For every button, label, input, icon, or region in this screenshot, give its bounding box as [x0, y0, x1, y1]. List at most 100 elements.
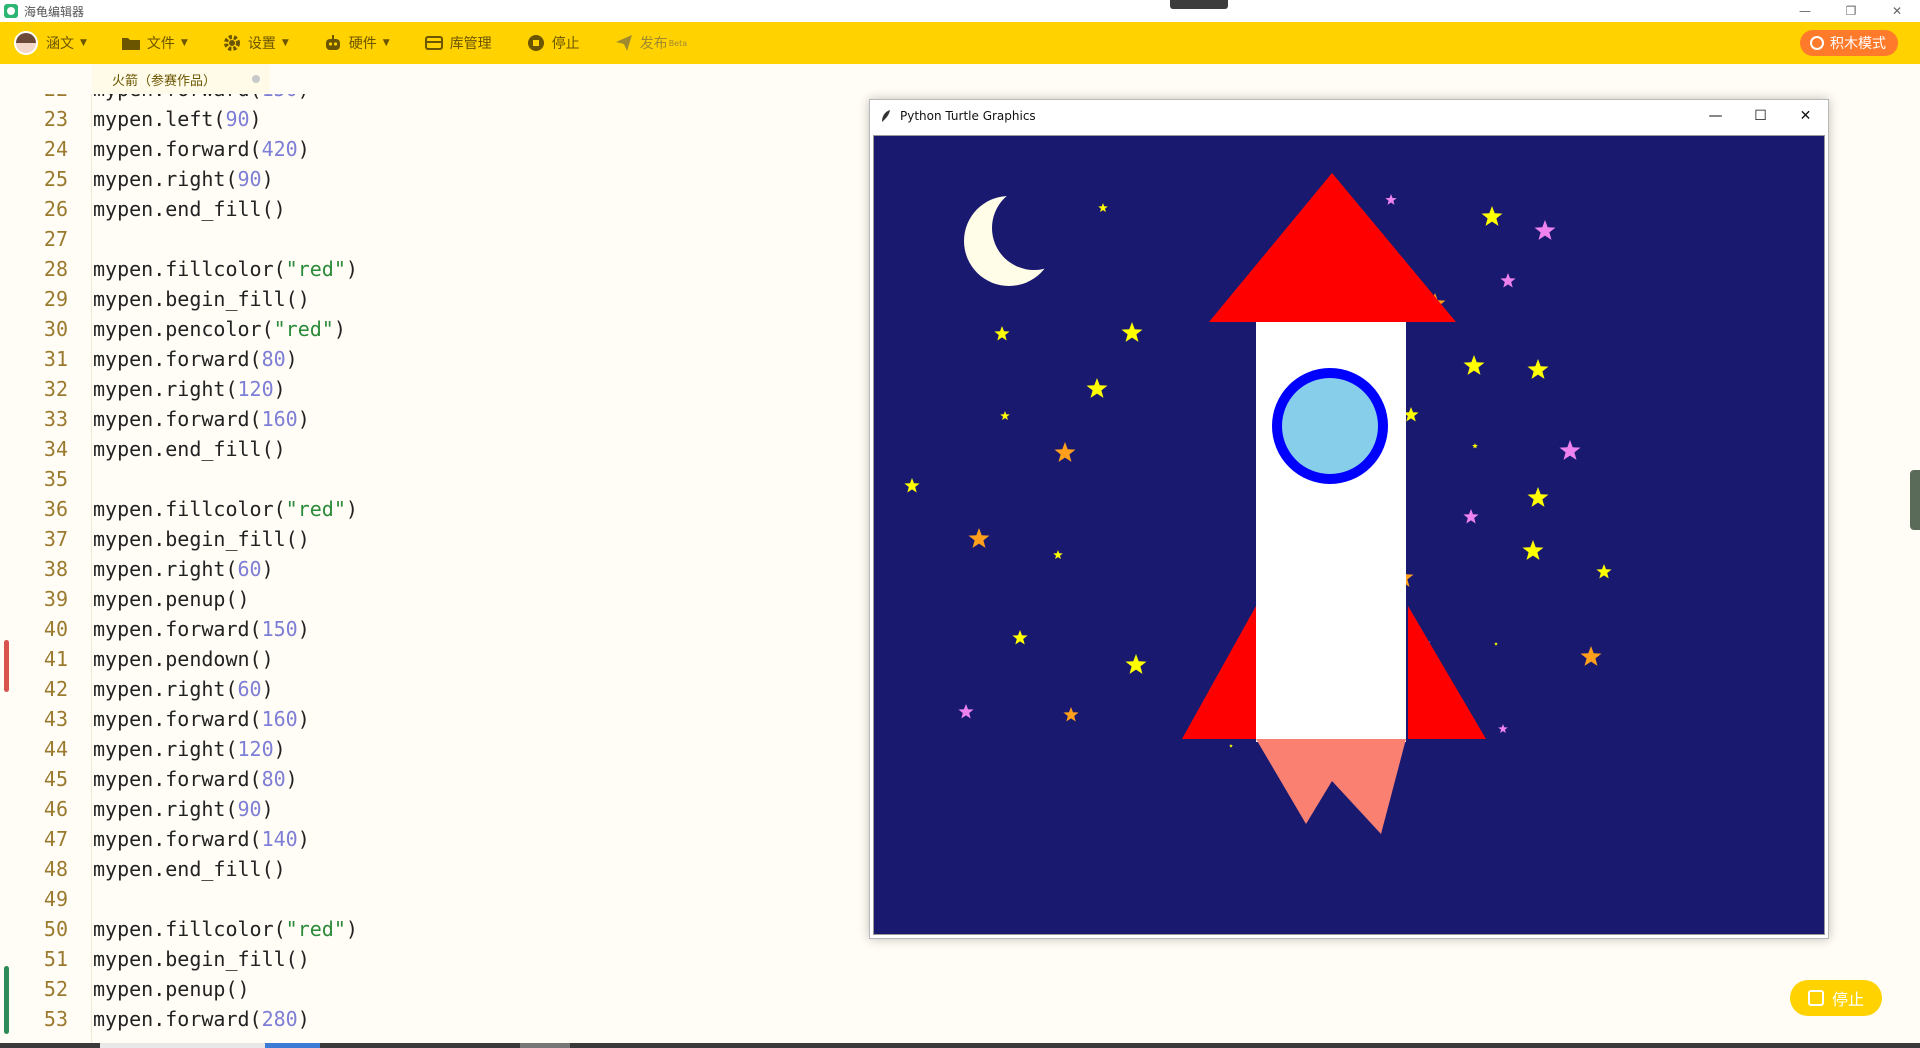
side-panel-handle[interactable]: [1910, 470, 1920, 530]
code-token: ): [345, 257, 358, 281]
turtle-scene: [874, 136, 1824, 934]
code-line[interactable]: mypen.fillcolor("red"): [93, 254, 358, 284]
code-token: ): [297, 707, 310, 731]
stop-icon: [526, 33, 546, 53]
code-line[interactable]: mypen.fillcolor("red"): [93, 494, 358, 524]
settings-menu[interactable]: 设置 ▼: [222, 22, 289, 64]
code-token: ): [261, 557, 274, 581]
code-token: mypen.end_fill(): [93, 437, 286, 461]
code-line[interactable]: mypen.forward(420): [93, 134, 310, 164]
code-line[interactable]: mypen.right(90): [93, 794, 274, 824]
code-line[interactable]: mypen.begin_fill(): [93, 944, 310, 974]
code-line[interactable]: mypen.forward(150): [93, 614, 310, 644]
chevron-down-icon: ▼: [80, 38, 87, 48]
number-token: 80: [261, 767, 286, 791]
unsaved-dot-icon[interactable]: [252, 75, 260, 83]
code-line[interactable]: mypen.right(90): [93, 164, 274, 194]
feather-icon: [882, 110, 890, 122]
block-mode-button[interactable]: 积木模式: [1800, 30, 1898, 56]
number-token: 60: [237, 557, 262, 581]
code-line[interactable]: mypen.right(60): [93, 554, 274, 584]
code-line[interactable]: mypen.begin_fill(): [93, 284, 310, 314]
code-line[interactable]: mypen.pencolor("red"): [93, 314, 346, 344]
line-number: 35: [43, 467, 68, 491]
file-menu[interactable]: 文件 ▼: [121, 22, 188, 64]
string-token: "red": [285, 917, 346, 941]
window-controls: — ❐ ✕: [1782, 0, 1920, 22]
line-number: 36: [43, 497, 68, 521]
code-line[interactable]: mypen.penup(): [93, 584, 250, 614]
turtle-window-controls: — ☐ ✕: [1693, 100, 1828, 132]
line-number: 32: [43, 377, 68, 401]
turtle-minimize-button[interactable]: —: [1693, 100, 1738, 132]
line-number: 37: [43, 527, 68, 551]
code-line[interactable]: mypen.forward(150): [93, 94, 310, 104]
library-button[interactable]: 库管理: [424, 22, 492, 64]
line-number: 40: [43, 617, 68, 641]
hardware-menu[interactable]: 硬件 ▼: [323, 22, 390, 64]
code-token: ): [273, 377, 286, 401]
code-line[interactable]: mypen.forward(160): [93, 704, 310, 734]
code-line[interactable]: mypen.right(120): [93, 374, 286, 404]
tab-rocket[interactable]: 火箭（参赛作品）: [92, 64, 270, 94]
code-line[interactable]: mypen.begin_fill(): [93, 524, 310, 554]
publish-label: 发布: [639, 36, 668, 52]
floating-stop-button[interactable]: 停止: [1790, 980, 1882, 1016]
line-number-gutter: 22 23 24 25 26 27 28 29 30 31 32 33 34 35 36 37 38 39 40 41…: [0, 94, 92, 1044]
code-line[interactable]: mypen.right(60): [93, 674, 274, 704]
main-toolbar: 涵文 ▼ 文件 ▼ 设置 ▼ 硬件 ▼ 库管理 停止 发布 Beta 积木模式: [0, 22, 1920, 64]
publish-button[interactable]: 发布 Beta: [614, 22, 687, 64]
code-line[interactable]: mypen.forward(160): [93, 404, 310, 434]
code-line[interactable]: mypen.forward(280): [93, 1004, 310, 1034]
code-line[interactable]: mypen.forward(80): [93, 764, 298, 794]
close-button[interactable]: ✕: [1874, 0, 1920, 22]
user-menu[interactable]: 涵文 ▼: [0, 22, 87, 64]
user-name: 涵文: [46, 36, 74, 52]
switch-icon: [1810, 36, 1824, 50]
number-token: 160: [261, 707, 298, 731]
restore-button[interactable]: ❐: [1828, 0, 1874, 22]
code-line[interactable]: mypen.end_fill(): [93, 194, 286, 224]
line-number: 48: [43, 857, 68, 881]
turtle-canvas[interactable]: [873, 135, 1825, 935]
taskbar-strip: [0, 1043, 1920, 1048]
code-line[interactable]: mypen.penup(): [93, 974, 250, 1004]
stop-button[interactable]: 停止: [526, 22, 580, 64]
file-menu-label: 文件: [146, 36, 175, 52]
code-token: mypen.forward(: [93, 137, 262, 161]
code-line[interactable]: mypen.right(120): [93, 734, 286, 764]
drag-handle[interactable]: [1170, 0, 1228, 9]
paper-plane-icon: [614, 33, 634, 53]
code-line[interactable]: mypen.end_fill(): [93, 854, 286, 884]
code-line[interactable]: mypen.forward(140): [93, 824, 310, 854]
number-token: 160: [261, 407, 298, 431]
line-number: 45: [43, 767, 68, 791]
code-token: mypen.right(: [93, 167, 238, 191]
code-token: mypen.forward(: [93, 347, 262, 371]
code-line[interactable]: mypen.end_fill(): [93, 434, 286, 464]
line-number: 33: [43, 407, 68, 431]
line-number: 46: [43, 797, 68, 821]
code-line[interactable]: mypen.pendown(): [93, 644, 274, 674]
turtle-maximize-button[interactable]: ☐: [1738, 100, 1783, 132]
turtle-close-button[interactable]: ✕: [1783, 100, 1828, 132]
line-number: 26: [43, 197, 68, 221]
tab-bar: 火箭（参赛作品）: [0, 64, 1920, 94]
turtle-graphics-window[interactable]: Python Turtle Graphics — ☐ ✕: [869, 99, 1829, 939]
code-token: mypen.right(: [93, 677, 238, 701]
moon-shadow: [992, 186, 1076, 270]
taskbar-segment: [265, 1043, 320, 1048]
number-token: 280: [261, 1007, 298, 1031]
code-token: mypen.penup(): [93, 977, 250, 1001]
code-token: mypen.forward(: [93, 94, 262, 101]
line-number: 23: [43, 107, 68, 131]
code-line[interactable]: mypen.forward(80): [93, 344, 298, 374]
robot-icon: [323, 33, 343, 53]
turtle-window-title-bar[interactable]: Python Turtle Graphics — ☐ ✕: [870, 100, 1828, 132]
minimize-button[interactable]: —: [1782, 0, 1828, 22]
code-line[interactable]: mypen.fillcolor("red"): [93, 914, 358, 944]
code-token: ): [297, 137, 310, 161]
code-line[interactable]: mypen.left(90): [93, 104, 262, 134]
code-token: mypen.forward(: [93, 767, 262, 791]
line-number: 31: [43, 347, 68, 371]
